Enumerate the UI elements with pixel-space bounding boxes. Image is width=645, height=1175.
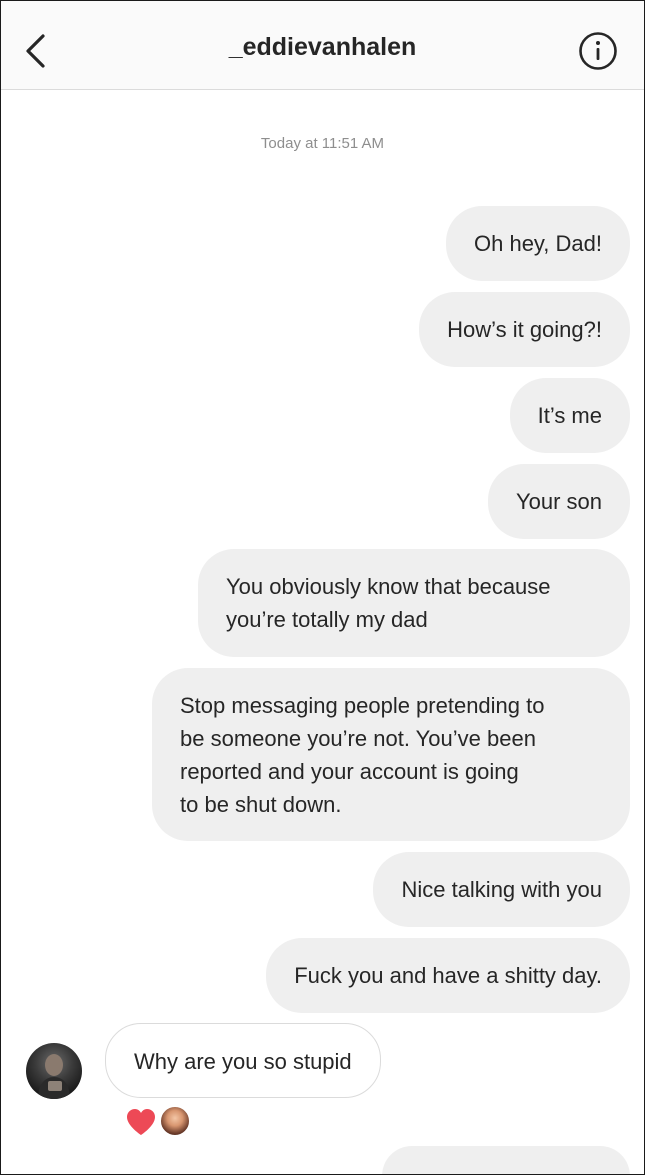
- message-text: It’s me: [537, 403, 602, 428]
- sent-message[interactable]: Oh hey, Dad!: [446, 206, 630, 281]
- message-timestamp: Today at 11:51 AM: [260, 135, 385, 152]
- chat-screen: _eddievanhalen Today at 11:51 AM Oh hey,…: [0, 0, 645, 1175]
- message-text-line: You obviously know that because: [226, 574, 551, 599]
- message-text: Why are you so stupid: [134, 1049, 352, 1074]
- message-text-line: Stop messaging people pretending to: [180, 693, 545, 718]
- message-text: Your son: [515, 489, 602, 514]
- avatar-photo: [38, 1054, 70, 1099]
- sent-message[interactable]: You obviously know that because you’re t…: [198, 549, 630, 657]
- sent-message[interactable]: Your son: [487, 464, 630, 539]
- sent-message[interactable]: It’s me: [509, 378, 630, 453]
- info-icon[interactable]: [578, 31, 618, 71]
- message-text: Nice talking with you: [401, 877, 602, 902]
- sent-message[interactable]: How’s it going?!: [419, 292, 630, 367]
- sent-message-partial[interactable]: [382, 1146, 630, 1174]
- message-text: Fuck you and have a shitty day.: [294, 963, 602, 988]
- message-text: How’s it going?!: [447, 317, 602, 342]
- reactor-avatar[interactable]: [159, 1105, 191, 1137]
- sender-avatar[interactable]: [26, 1043, 82, 1099]
- message-text-line: to be shut down.: [180, 792, 342, 817]
- message-text: Oh hey, Dad!: [474, 231, 602, 256]
- sent-message[interactable]: Fuck you and have a shitty day.: [266, 938, 630, 1013]
- message-text-line: reported and your account is going: [180, 759, 519, 784]
- heart-icon[interactable]: [125, 1107, 157, 1137]
- chat-header: _eddievanhalen: [1, 1, 644, 90]
- chat-title[interactable]: _eddievanhalen: [1, 33, 644, 62]
- sent-message[interactable]: Nice talking with you: [373, 852, 630, 927]
- message-text-line: you’re totally my dad: [226, 607, 428, 632]
- received-message[interactable]: Why are you so stupid: [105, 1023, 381, 1098]
- sent-message[interactable]: Stop messaging people pretending to be s…: [152, 668, 630, 841]
- message-text-line: be someone you’re not. You’ve been: [180, 726, 536, 751]
